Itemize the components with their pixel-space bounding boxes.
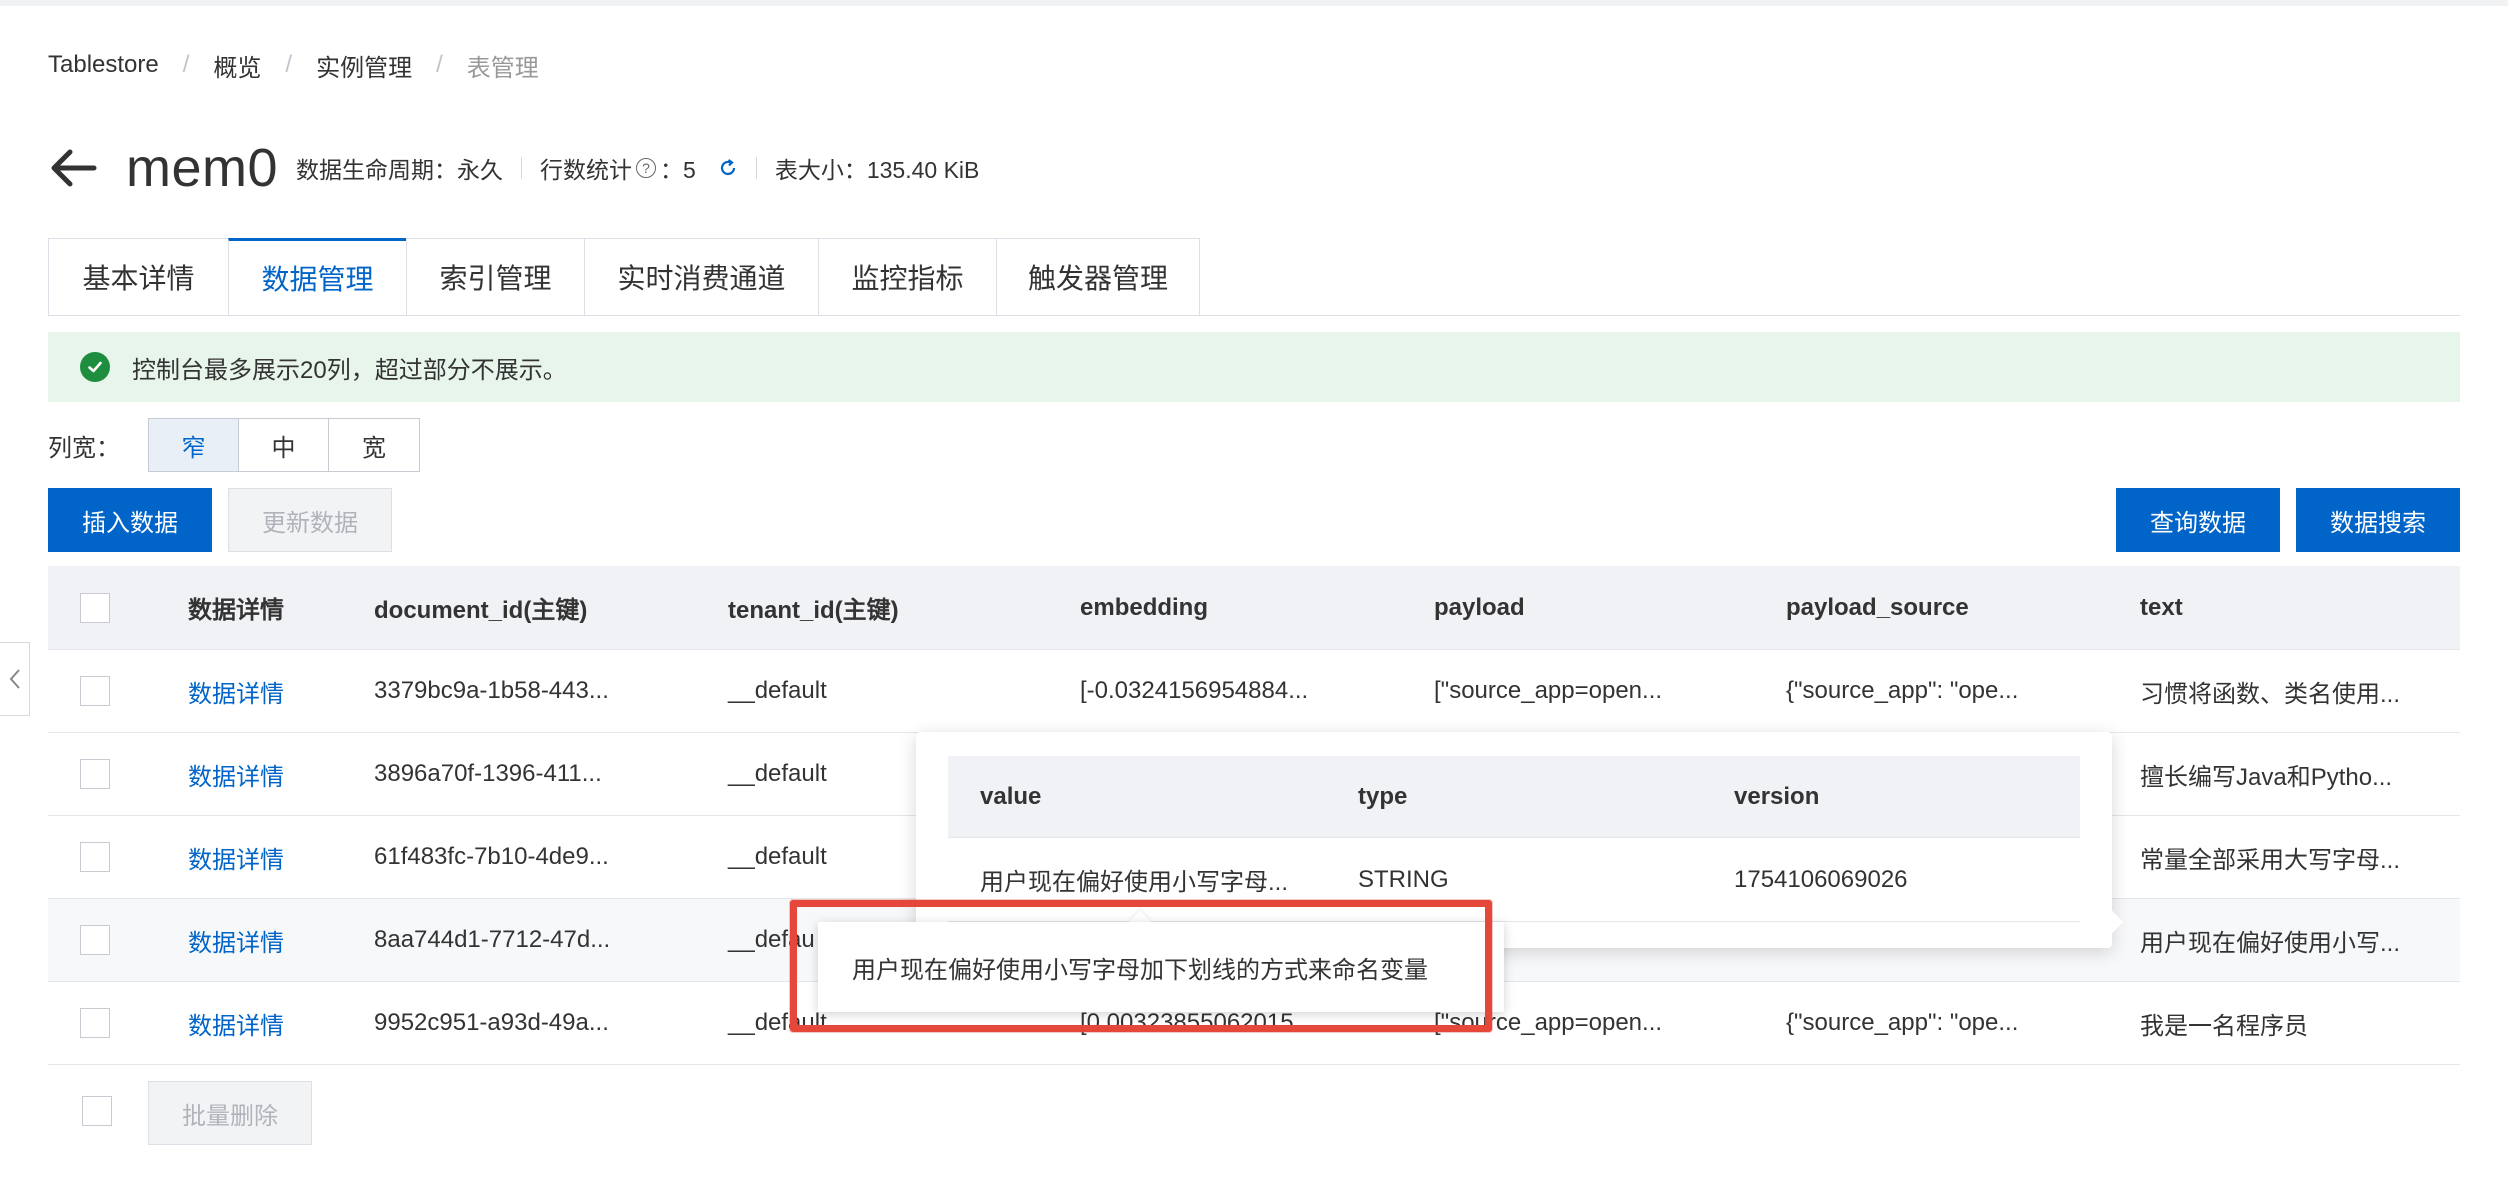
- payload-source-cell[interactable]: {"source_app": "ope...: [1786, 650, 2018, 732]
- row-checkbox[interactable]: [80, 676, 110, 706]
- lifecycle-text: 数据生命周期：永久: [296, 157, 504, 183]
- column-width-selector: 列宽： 窄 中 宽: [48, 418, 420, 472]
- column-header: text: [2140, 593, 2183, 621]
- data-detail-link[interactable]: 数据详情: [188, 816, 284, 898]
- row-select-cell: [80, 650, 110, 732]
- info-alert: 控制台最多展示20列，超过部分不展示。: [48, 332, 2460, 402]
- bulk-delete-button[interactable]: 批量删除: [148, 1081, 312, 1145]
- payload-source-cell[interactable]: {"source_app": "ope...: [1786, 982, 2018, 1064]
- table-meta: 数据生命周期：永久 行数统计 ? ：5 表大小：135.40 KiB: [296, 151, 979, 185]
- tab-index-management[interactable]: 索引管理: [406, 238, 584, 316]
- refresh-icon[interactable]: [718, 158, 738, 178]
- insert-data-button[interactable]: 插入数据: [48, 488, 212, 552]
- breadcrumb-separator: /: [285, 51, 293, 78]
- row-count-label: 行数统计: [540, 157, 633, 183]
- row-checkbox[interactable]: [80, 925, 110, 955]
- top-bar: [0, 0, 2508, 6]
- data-detail-link[interactable]: 数据详情: [188, 899, 284, 981]
- versions-table-header: value type version: [948, 756, 2080, 838]
- divider: [521, 157, 523, 179]
- text-cell[interactable]: 习惯将函数、类名使用...: [2140, 650, 2400, 732]
- header-select-all: [80, 566, 110, 649]
- check-circle-icon: [80, 352, 110, 382]
- table-row[interactable]: 数据详情 3379bc9a-1b58-443... __default [-0.…: [48, 650, 2460, 733]
- column-width-label: 列宽：: [48, 434, 120, 462]
- column-header: type: [1358, 782, 1408, 810]
- breadcrumb-separator: /: [436, 51, 443, 78]
- row-checkbox[interactable]: [80, 759, 110, 789]
- text-cell[interactable]: 擅长编写Java和Pytho...: [2140, 733, 2392, 815]
- column-width-options: 窄 中 宽: [148, 418, 420, 472]
- payload-cell[interactable]: ["source_app=open...: [1434, 650, 1662, 732]
- table-header: 数据详情 document_id(主键) tenant_id(主键) embed…: [48, 566, 2460, 650]
- breadcrumb-instance-management[interactable]: 实例管理: [316, 48, 412, 83]
- row-checkbox[interactable]: [80, 842, 110, 872]
- tabs-divider: [48, 315, 2460, 316]
- document-id-cell: 8aa744d1-7712-47d...: [374, 926, 611, 953]
- column-width-narrow[interactable]: 窄: [149, 419, 239, 471]
- tenant-id-cell: __default: [728, 760, 827, 787]
- row-select-cell: [80, 899, 110, 981]
- column-header: version: [1734, 782, 1820, 810]
- data-detail-link[interactable]: 数据详情: [188, 650, 284, 732]
- text-cell[interactable]: 我是一名程序员: [2140, 982, 2308, 1064]
- bulk-select-checkbox[interactable]: [82, 1096, 112, 1126]
- tab-monitoring-metrics[interactable]: 监控指标: [818, 238, 996, 316]
- tab-basic-details[interactable]: 基本详情: [48, 238, 228, 316]
- tenant-id-cell: __default: [728, 677, 827, 704]
- chevron-left-icon: [9, 669, 20, 689]
- tab-data-management[interactable]: 数据管理: [228, 238, 406, 316]
- tab-realtime-consume-channel[interactable]: 实时消费通道: [584, 238, 818, 316]
- table-size-text: 表大小：135.40 KiB: [774, 157, 980, 183]
- data-detail-link[interactable]: 数据详情: [188, 733, 284, 815]
- column-width-wide[interactable]: 宽: [329, 419, 419, 471]
- document-id-cell: 9952c951-a93d-49a...: [374, 1009, 609, 1036]
- query-data-button[interactable]: 查询数据: [2116, 488, 2280, 552]
- breadcrumb: Tablestore / 概览 / 实例管理 / 表管理: [48, 48, 539, 82]
- tab-bar: 基本详情 数据管理 索引管理 实时消费通道 监控指标 触发器管理: [48, 238, 1200, 316]
- back-arrow-icon[interactable]: [48, 143, 98, 193]
- row-select-cell: [80, 733, 110, 815]
- column-header: value: [980, 782, 1042, 810]
- column-header: payload: [1434, 593, 1525, 621]
- column-width-medium[interactable]: 中: [239, 419, 329, 471]
- update-data-button[interactable]: 更新数据: [228, 488, 392, 552]
- document-id-cell: 3379bc9a-1b58-443...: [374, 677, 609, 704]
- title-row: mem0 数据生命周期：永久 行数统计 ? ：5 表大小：135.40 KiB: [48, 136, 979, 200]
- search-data-button[interactable]: 数据搜索: [2296, 488, 2460, 552]
- row-checkbox[interactable]: [80, 1008, 110, 1038]
- text-cell[interactable]: 用户现在偏好使用小写...: [2140, 899, 2400, 981]
- breadcrumb-overview[interactable]: 概览: [213, 48, 261, 83]
- row-select-cell: [80, 982, 110, 1064]
- document-id-cell: 3896a70f-1396-411...: [374, 760, 602, 787]
- column-header: document_id(主键): [374, 597, 588, 624]
- breadcrumb-separator: /: [182, 51, 190, 78]
- column-header: embedding: [1080, 593, 1209, 621]
- divider: [755, 157, 757, 179]
- version-number-cell: 1754106069026: [1734, 865, 1908, 893]
- sidebar-toggle-handle[interactable]: [0, 642, 30, 716]
- row-count-value: ：5: [660, 157, 696, 183]
- alert-text: 控制台最多展示20列，超过部分不展示。: [132, 356, 567, 384]
- document-id-cell: 61f483fc-7b10-4de9...: [374, 843, 609, 870]
- row-select-cell: [80, 816, 110, 898]
- embedding-cell[interactable]: [-0.0324156954884...: [1080, 650, 1308, 732]
- breadcrumb-tablestore[interactable]: Tablestore: [48, 51, 159, 79]
- column-header: tenant_id(主键): [728, 597, 899, 624]
- breadcrumb-table-management: 表管理: [466, 54, 539, 82]
- data-detail-link[interactable]: 数据详情: [188, 982, 284, 1064]
- column-header: payload_source: [1786, 593, 1969, 621]
- text-cell[interactable]: 常量全部采用大写字母...: [2140, 816, 2400, 898]
- versions-table: value type version 用户现在偏好使用小写字母... STRIN…: [948, 756, 2080, 922]
- page-title: mem0: [126, 138, 279, 198]
- tenant-id-cell: __default: [728, 843, 827, 870]
- column-header: 数据详情: [188, 597, 284, 624]
- help-icon[interactable]: ?: [636, 158, 657, 178]
- tab-trigger-management[interactable]: 触发器管理: [996, 238, 1200, 316]
- select-all-checkbox[interactable]: [80, 592, 110, 623]
- annotation-highlight-box: [790, 900, 1492, 1032]
